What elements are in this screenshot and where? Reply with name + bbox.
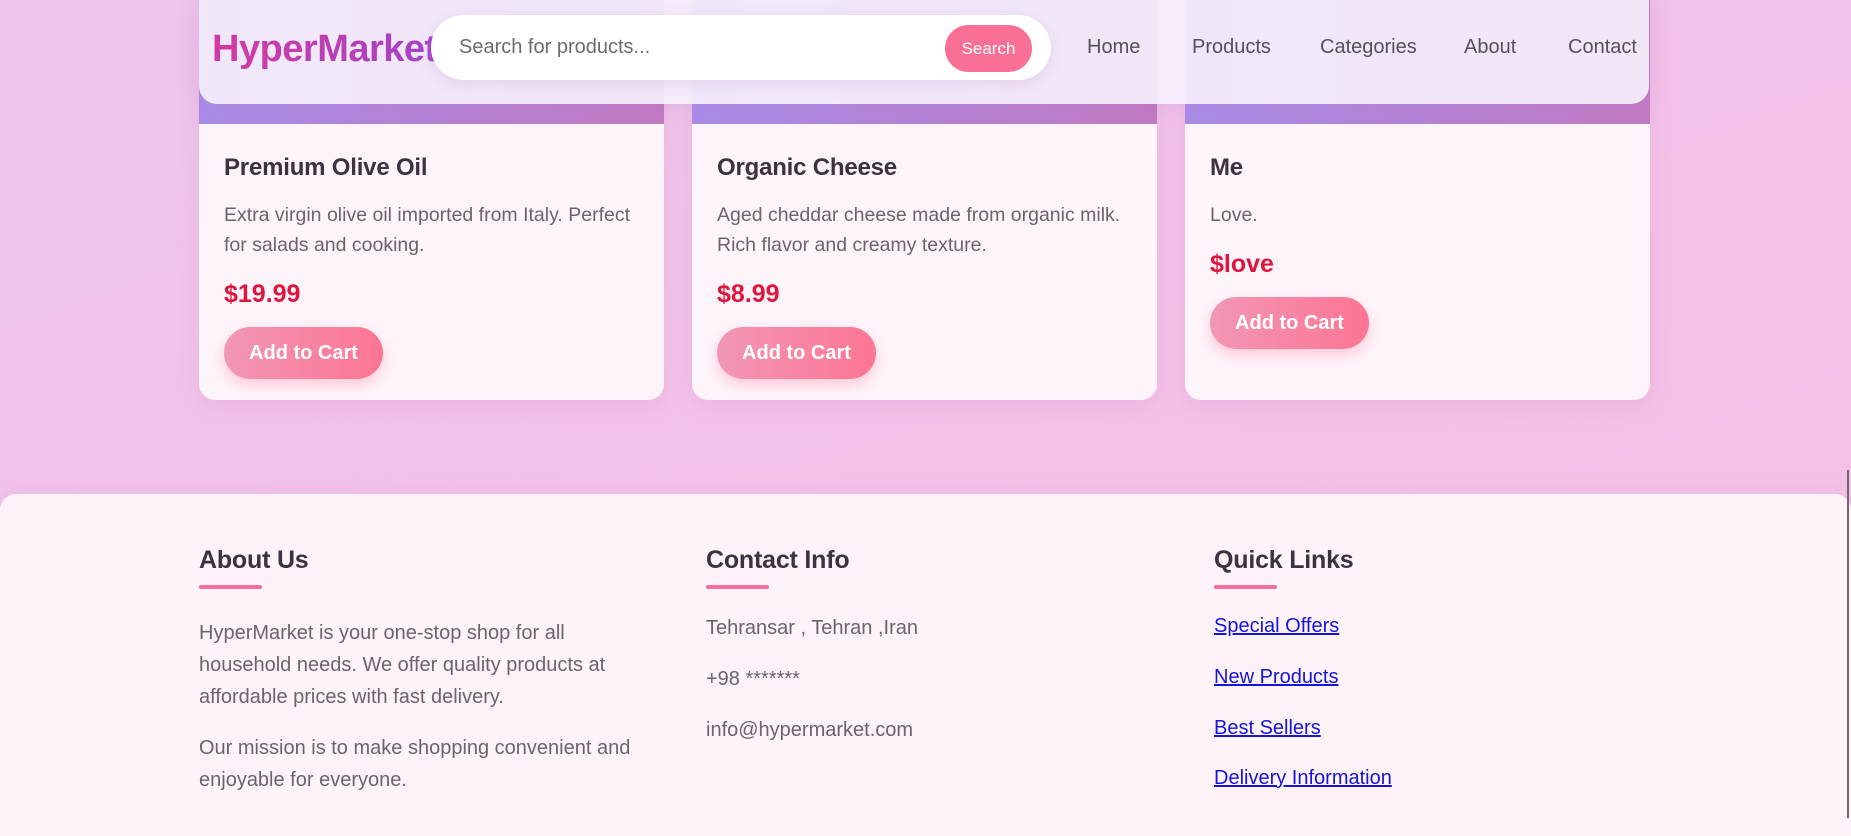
footer-heading-about: About Us [199,546,309,574]
add-to-cart-button[interactable]: Add to Cart [224,327,383,379]
contact-address: Tehransar , Tehran ,Iran [706,617,918,639]
product-price: $8.99 [717,280,780,308]
nav-contact[interactable]: Contact [1568,36,1637,59]
about-paragraph: HyperMarket is your one-stop shop for al… [199,622,606,708]
search-bar: Search [431,15,1051,80]
contact-email: info@hypermarket.com [706,719,914,741]
product-price: $love [1210,250,1274,278]
footer-contact: Contact Info Tehransar , Tehran ,Iran +9… [706,546,1146,741]
nav-home[interactable]: Home [1087,36,1140,59]
contact-phone: +98 ******* [706,668,800,690]
link-delivery-information[interactable]: Delivery Information [1214,767,1392,790]
mission-paragraph: Our mission is to make shopping convenie… [199,737,631,791]
footer-heading-contact: Contact Info [706,546,850,574]
scrollbar-thumb[interactable] [1847,470,1849,818]
site-logo[interactable]: HyperMarket [212,28,437,71]
product-card-body: Premium Olive Oil Extra virgin olive oil… [199,124,664,379]
product-description: Love. [1210,204,1258,226]
search-input[interactable] [459,15,929,80]
heading-underline [199,585,262,589]
product-title: Me [1210,154,1243,181]
add-to-cart-button[interactable]: Add to Cart [717,327,876,379]
site-header: HyperMarket Search Home Products Categor… [199,0,1649,104]
footer-heading-links: Quick Links [1214,546,1354,574]
footer-quick-links: Quick Links Special Offers New Products … [1214,546,1654,789]
link-special-offers[interactable]: Special Offers [1214,615,1339,638]
product-title: Premium Olive Oil [224,154,428,181]
product-card-body: Me Love. $love Add to Cart [1185,124,1650,349]
nav-about[interactable]: About [1464,36,1516,59]
footer-about: About Us HyperMarket is your one-stop sh… [199,546,639,796]
nav-categories[interactable]: Categories [1320,36,1417,59]
heading-underline [1214,585,1277,589]
link-new-products[interactable]: New Products [1214,666,1339,689]
search-button[interactable]: Search [945,25,1032,72]
product-card-body: Organic Cheese Aged cheddar cheese made … [692,124,1157,379]
heading-underline [706,585,769,589]
product-title: Organic Cheese [717,154,897,181]
product-description: Aged cheddar cheese made from organic mi… [717,204,1121,256]
add-to-cart-button[interactable]: Add to Cart [1210,297,1369,349]
link-best-sellers[interactable]: Best Sellers [1214,717,1321,740]
product-price: $19.99 [224,280,301,308]
site-footer: About Us HyperMarket is your one-stop sh… [0,494,1851,836]
product-description: Extra virgin olive oil imported from Ita… [224,204,631,256]
nav-products[interactable]: Products [1192,36,1271,59]
